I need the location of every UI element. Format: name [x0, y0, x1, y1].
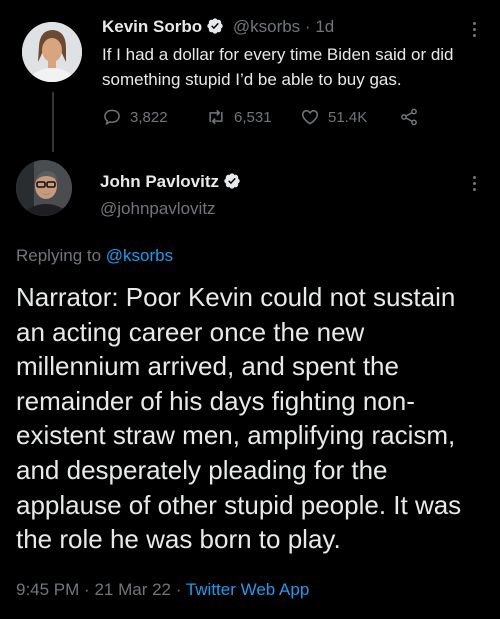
- replying-to-label: Replying to: [16, 246, 102, 265]
- replying-to: Replying to @ksorbs: [16, 246, 173, 266]
- tweet1-text: If I had a dollar for every time Biden s…: [102, 45, 454, 89]
- reply-count: 3,822: [130, 108, 168, 126]
- like-count: 51.4K: [328, 108, 368, 126]
- share-icon: [401, 108, 417, 126]
- avatar-john-pavlovitz[interactable]: [16, 160, 72, 216]
- tweet-meta: 9:45 PM · 21 Mar 22 · Twitter Web App: [16, 580, 309, 600]
- dot-separator: ·: [304, 17, 311, 36]
- author-handle[interactable]: @johnpavlovitz: [100, 199, 216, 219]
- more-options-icon[interactable]: [473, 22, 477, 40]
- retweet-count: 6,531: [234, 108, 272, 126]
- more-options-icon[interactable]: [473, 176, 477, 194]
- tweet2-text: Narrator: Poor Kevin could not sustain a…: [16, 282, 462, 555]
- share-button[interactable]: [399, 107, 419, 127]
- verified-badge-icon: [207, 18, 223, 34]
- author-name[interactable]: Kevin Sorbo: [102, 17, 202, 36]
- retweet-icon: [209, 109, 223, 125]
- thread-line: [52, 92, 54, 152]
- author-name[interactable]: John Pavlovitz: [100, 172, 219, 191]
- like-icon: [301, 109, 319, 125]
- replying-to-handle[interactable]: @ksorbs: [106, 246, 173, 265]
- retweet-button[interactable]: 6,531: [206, 107, 272, 127]
- source-app-link[interactable]: Twitter Web App: [186, 580, 309, 599]
- tweet2-header: John Pavlovitz: [100, 172, 241, 192]
- reply-button[interactable]: 3,822: [102, 107, 168, 127]
- verified-badge-icon: [224, 173, 240, 189]
- tweet1-actions: 3,822 6,531 51.4K: [102, 107, 482, 129]
- tweet-date[interactable]: 21 Mar 22: [94, 580, 171, 599]
- author-handle[interactable]: @ksorbs: [233, 17, 300, 36]
- avatar-kevin-sorbo[interactable]: [22, 22, 82, 82]
- tweet-time[interactable]: 9:45 PM: [16, 580, 79, 599]
- tweet-time[interactable]: 1d: [315, 17, 334, 36]
- reply-icon: [104, 109, 120, 126]
- tweet1-header: Kevin Sorbo @ksorbs · 1d: [102, 17, 334, 37]
- dot-separator: ·: [84, 580, 90, 599]
- dot-separator: ·: [175, 580, 182, 599]
- like-button[interactable]: 51.4K: [300, 107, 367, 127]
